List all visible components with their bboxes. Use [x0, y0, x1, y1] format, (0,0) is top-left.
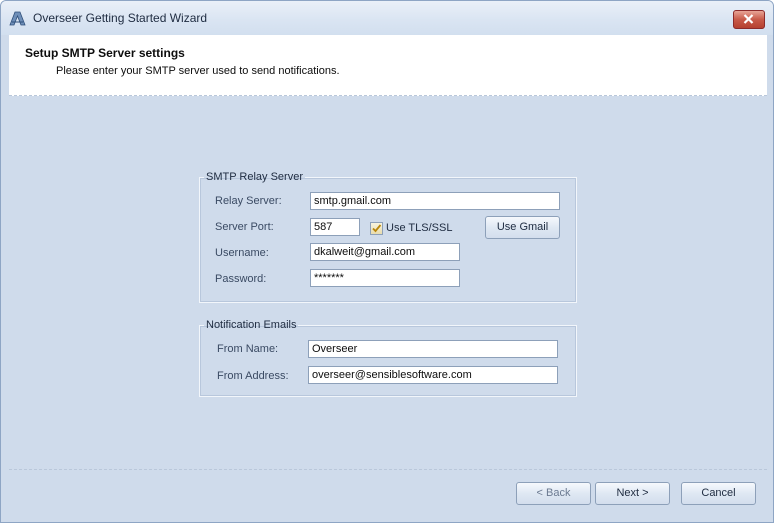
username-label: Username:: [215, 247, 269, 259]
smtp-relay-legend: SMTP Relay Server: [206, 171, 303, 183]
notification-emails-group: Notification Emails: [199, 319, 577, 397]
window-title: Overseer Getting Started Wizard: [33, 11, 208, 25]
server-port-label: Server Port:: [215, 221, 274, 233]
relay-server-label: Relay Server:: [215, 195, 282, 207]
content-area: SMTP Relay Server Relay Server: smtp.gma…: [9, 97, 767, 469]
server-port-input[interactable]: 587: [310, 218, 360, 236]
wizard-header: Setup SMTP Server settings Please enter …: [9, 35, 767, 96]
title-bar[interactable]: Overseer Getting Started Wizard: [1, 1, 773, 35]
page-subtitle: Please enter your SMTP server used to se…: [56, 65, 340, 77]
use-tls-label[interactable]: Use TLS/SSL: [386, 222, 452, 234]
page-title: Setup SMTP Server settings: [25, 46, 185, 60]
use-tls-checkbox[interactable]: [370, 222, 383, 235]
use-gmail-button[interactable]: Use Gmail: [485, 216, 560, 239]
from-address-label: From Address:: [217, 370, 289, 382]
from-name-input[interactable]: Overseer: [308, 340, 558, 358]
password-label: Password:: [215, 273, 267, 285]
from-name-label: From Name:: [217, 343, 279, 355]
close-button[interactable]: [733, 10, 765, 29]
checkmark-icon: [372, 224, 382, 233]
cancel-button[interactable]: Cancel: [681, 482, 756, 505]
password-input[interactable]: *******: [310, 269, 460, 287]
relay-server-input[interactable]: smtp.gmail.com: [310, 192, 560, 210]
footer-separator: [9, 469, 767, 470]
close-icon: [743, 14, 754, 24]
back-button[interactable]: < Back: [516, 482, 591, 505]
from-address-input[interactable]: overseer@sensiblesoftware.com: [308, 366, 558, 384]
username-input[interactable]: dkalweit@gmail.com: [310, 243, 460, 261]
overseer-app-icon: [9, 11, 27, 27]
notification-emails-legend: Notification Emails: [206, 319, 297, 331]
next-button[interactable]: Next >: [595, 482, 670, 505]
wizard-window: Overseer Getting Started Wizard Setup SM…: [0, 0, 774, 523]
